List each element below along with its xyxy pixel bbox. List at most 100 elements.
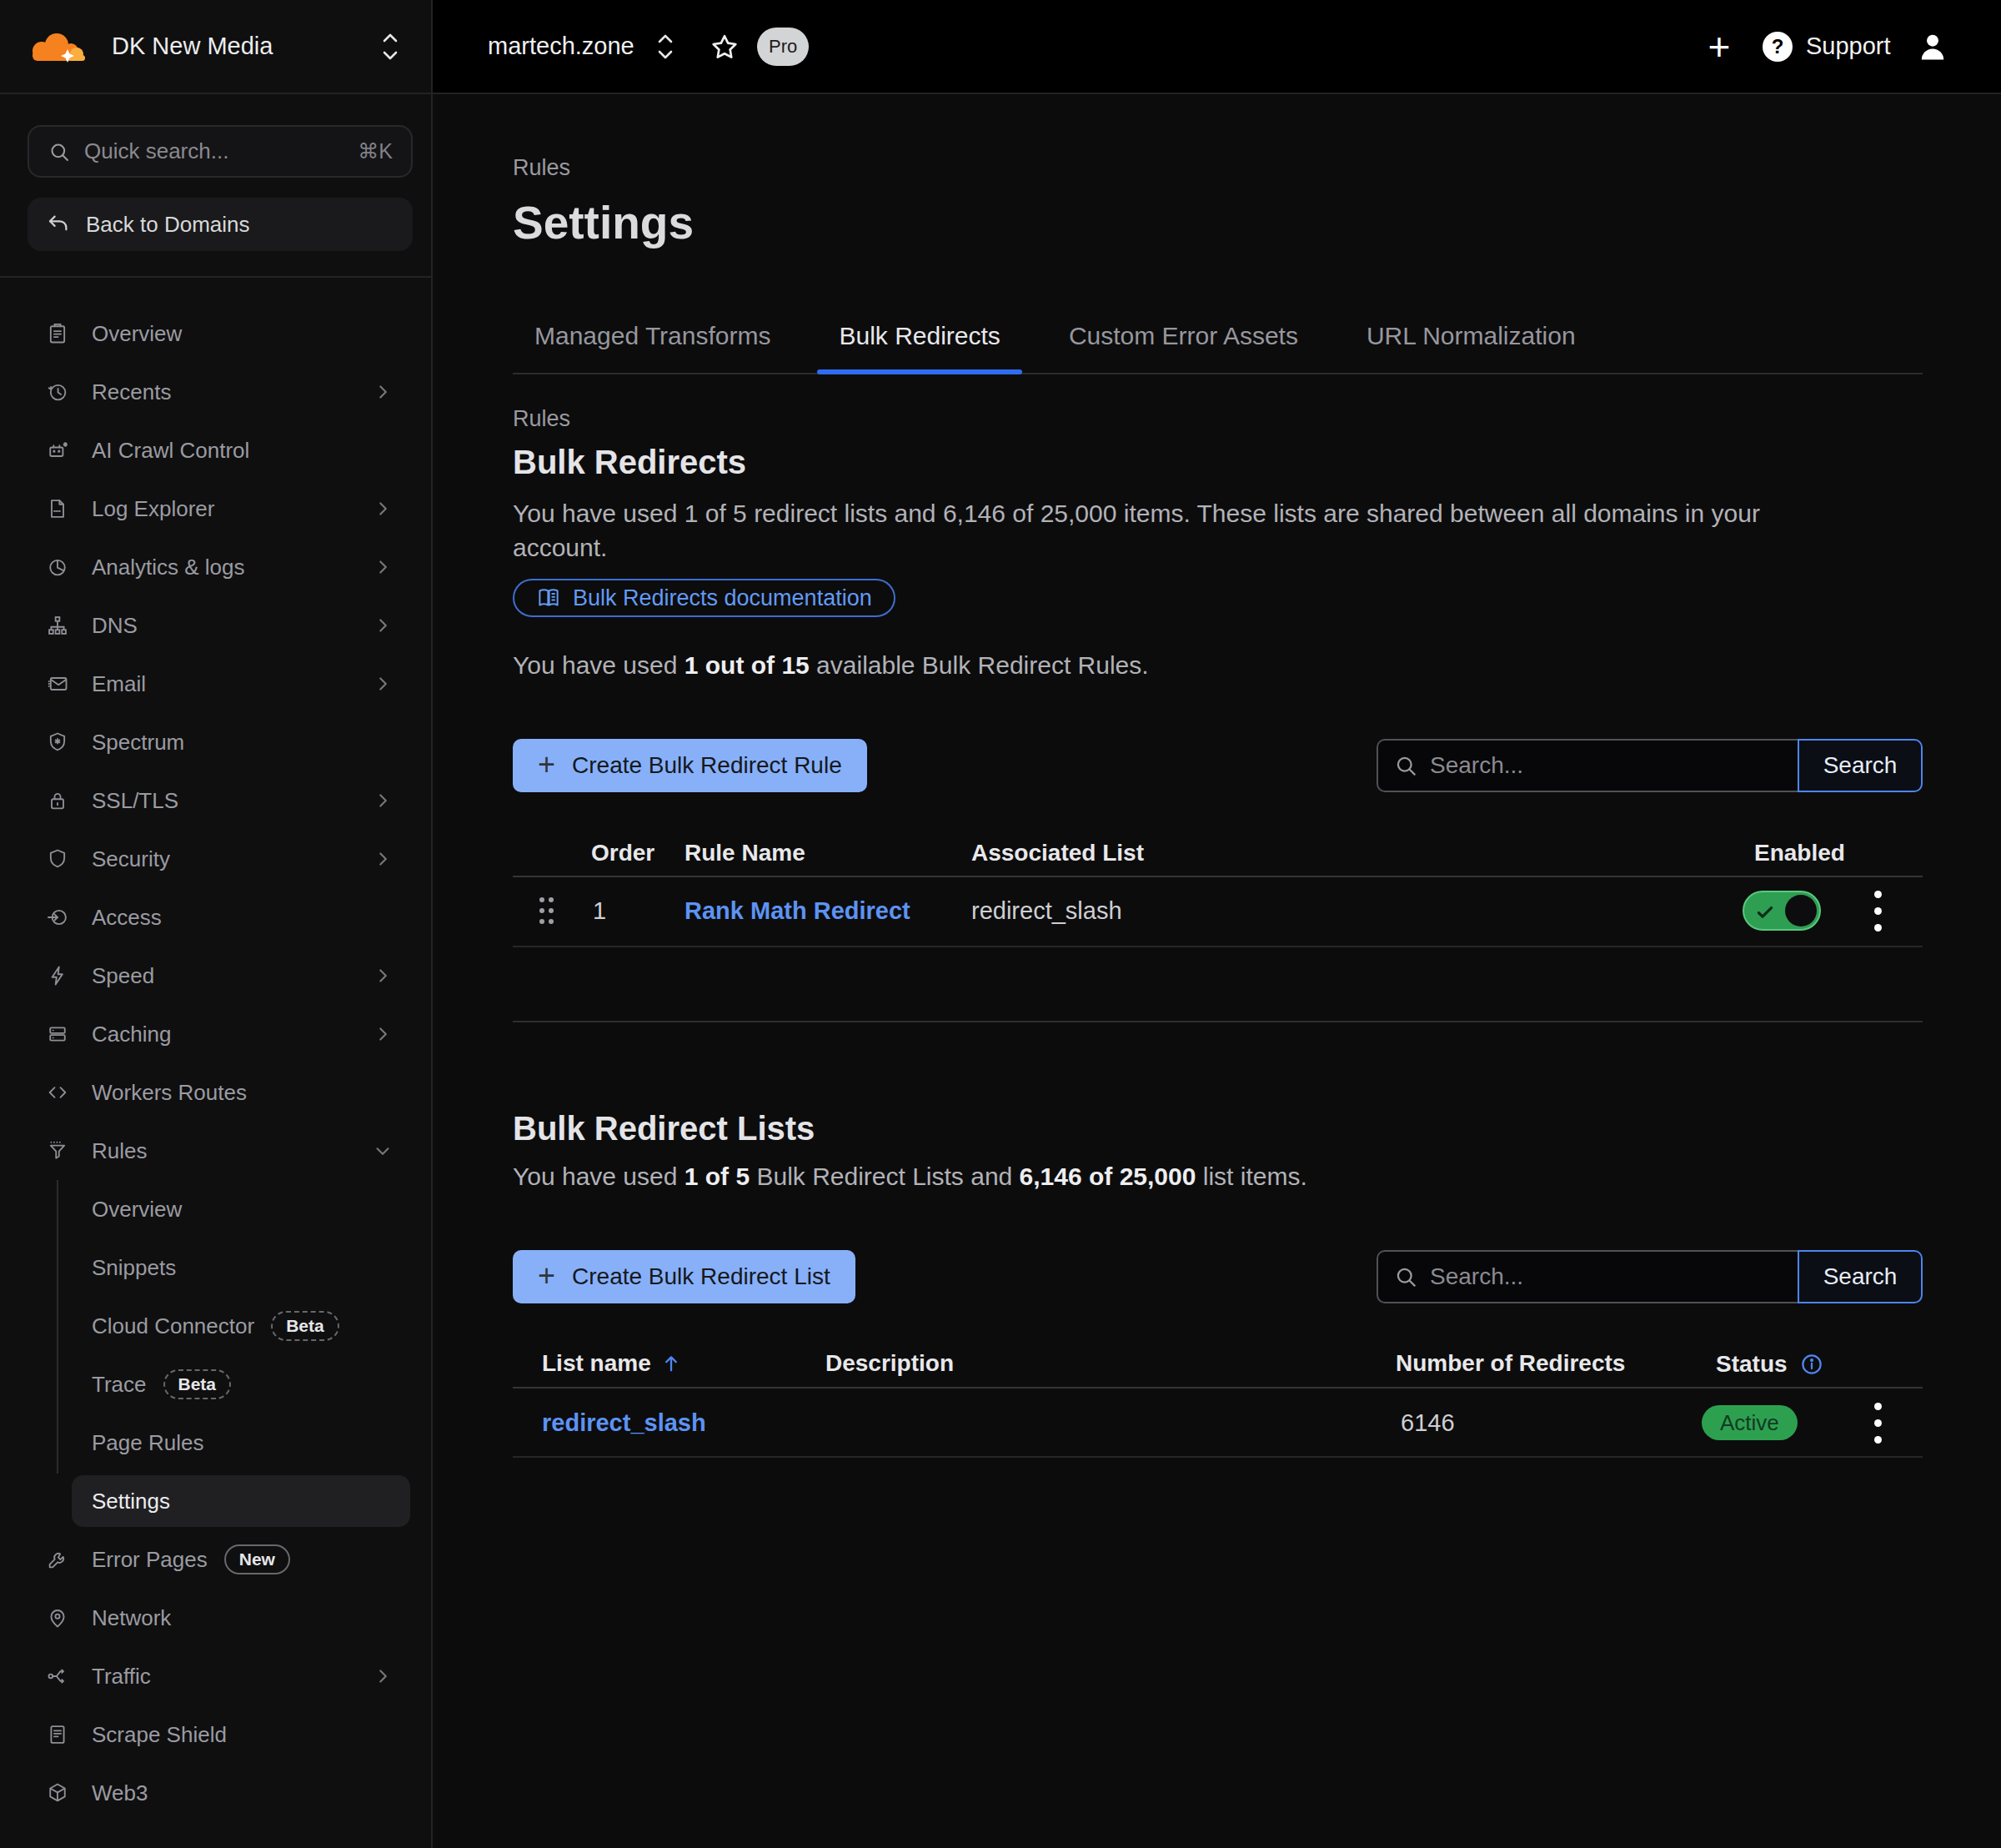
row-menu-button[interactable] bbox=[1871, 884, 1884, 937]
back-to-domains-button[interactable]: Back to Domains bbox=[28, 198, 413, 251]
document-icon bbox=[46, 1723, 69, 1746]
plus-icon: + bbox=[538, 747, 555, 782]
bulk-redirects-description: You have used 1 of 5 redirect lists and … bbox=[513, 496, 1813, 565]
lists-search: Search... Search bbox=[1377, 1250, 1923, 1303]
sidebar-item-rules-overview[interactable]: Overview bbox=[0, 1180, 433, 1238]
info-icon[interactable] bbox=[1799, 1352, 1824, 1377]
tab-url-normalization[interactable]: URL Normalization bbox=[1345, 299, 1597, 373]
sidebar-divider bbox=[0, 276, 433, 278]
funnel-icon bbox=[46, 1139, 69, 1163]
spectrum-icon bbox=[46, 731, 69, 754]
chevron-right-icon bbox=[372, 615, 394, 636]
sidebar-item-caching[interactable]: Caching bbox=[0, 1005, 433, 1063]
support-label: Support bbox=[1806, 33, 1891, 60]
chevron-down-icon bbox=[372, 1140, 394, 1162]
tab-managed-transforms[interactable]: Managed Transforms bbox=[513, 299, 792, 373]
sidebar-item-cloud-connector[interactable]: Cloud ConnectorBeta bbox=[0, 1297, 433, 1355]
bulk-redirects-documentation-button[interactable]: Bulk Redirects documentation bbox=[513, 579, 895, 617]
sidebar-item-web3[interactable]: Web3 bbox=[0, 1764, 433, 1822]
sidebar-item-access[interactable]: Access bbox=[0, 888, 433, 947]
sidebar-item-dns[interactable]: DNS bbox=[0, 596, 433, 655]
overview-icon bbox=[46, 322, 69, 345]
sidebar-nav: Overview Recents AI Crawl Control Log Ex… bbox=[0, 304, 433, 1822]
favorite-star-icon[interactable] bbox=[709, 32, 740, 63]
column-number-of-redirects: Number of Redirects bbox=[1396, 1352, 1625, 1375]
column-enabled: Enabled bbox=[1754, 841, 1845, 865]
sidebar-item-rules[interactable]: Rules bbox=[0, 1122, 433, 1180]
zone-name[interactable]: martech.zone bbox=[488, 0, 634, 93]
create-bulk-redirect-rule-button[interactable]: +Create Bulk Redirect Rule bbox=[513, 739, 867, 792]
analytics-icon bbox=[46, 555, 69, 579]
row-menu-button[interactable] bbox=[1871, 1396, 1884, 1449]
sidebar-item-recents[interactable]: Recents bbox=[0, 363, 433, 421]
sidebar-item-log-explorer[interactable]: Log Explorer bbox=[0, 480, 433, 538]
back-arrow-icon bbox=[46, 212, 71, 237]
rules-search-button[interactable]: Search bbox=[1798, 739, 1923, 792]
chevron-right-icon bbox=[372, 498, 394, 520]
lists-search-input[interactable]: Search... bbox=[1377, 1250, 1798, 1303]
traffic-icon bbox=[46, 1665, 69, 1688]
new-badge: New bbox=[224, 1544, 290, 1574]
access-icon bbox=[46, 906, 69, 929]
rule-name-link[interactable]: Rank Math Redirect bbox=[685, 899, 910, 923]
account-switcher[interactable]: DK New Media bbox=[0, 0, 433, 93]
code-brackets-icon bbox=[46, 1081, 69, 1104]
column-list-name[interactable]: List name bbox=[542, 1352, 683, 1375]
lists-controls: +Create Bulk Redirect List Search... Sea… bbox=[513, 1250, 1923, 1303]
chevron-right-icon bbox=[372, 1665, 394, 1687]
sidebar-item-settings[interactable]: Settings bbox=[0, 1472, 433, 1530]
rules-search-input[interactable]: Search... bbox=[1377, 739, 1798, 792]
drag-handle[interactable] bbox=[534, 888, 559, 933]
support-button[interactable]: ? Support bbox=[1761, 0, 1891, 93]
recents-icon bbox=[46, 380, 69, 404]
rules-search: Search... Search bbox=[1377, 739, 1923, 792]
sidebar-item-ssl-tls[interactable]: SSL/TLS bbox=[0, 771, 433, 830]
zone-selector-icon[interactable] bbox=[654, 28, 677, 65]
lists-search-button[interactable]: Search bbox=[1798, 1250, 1923, 1303]
status-badge: Active bbox=[1702, 1405, 1798, 1440]
user-avatar-icon[interactable] bbox=[1914, 28, 1951, 65]
section-divider bbox=[513, 1021, 1923, 1022]
tab-bulk-redirects[interactable]: Bulk Redirects bbox=[817, 299, 1021, 373]
section-eyebrow: Rules bbox=[513, 408, 570, 430]
sidebar-item-page-rules[interactable]: Page Rules bbox=[0, 1414, 433, 1472]
chevron-right-icon bbox=[372, 790, 394, 811]
enabled-toggle[interactable] bbox=[1743, 891, 1821, 931]
create-bulk-redirect-list-button[interactable]: +Create Bulk Redirect List bbox=[513, 1250, 855, 1303]
bulk-redirect-lists-heading: Bulk Redirect Lists bbox=[513, 1112, 815, 1145]
account-selector-icon bbox=[377, 28, 404, 65]
sidebar-item-error-pages[interactable]: Error PagesNew bbox=[0, 1530, 433, 1589]
ai-crawl-icon bbox=[46, 439, 69, 462]
sidebar-item-network[interactable]: Network bbox=[0, 1589, 433, 1647]
sidebar-item-traffic[interactable]: Traffic bbox=[0, 1647, 433, 1705]
topbar: DK New Media martech.zone Pro + ? Suppor… bbox=[0, 0, 2001, 94]
tab-custom-error-assets[interactable]: Custom Error Assets bbox=[1047, 299, 1320, 373]
sidebar-item-analytics[interactable]: Analytics & logs bbox=[0, 538, 433, 596]
sidebar-item-trace[interactable]: TraceBeta bbox=[0, 1355, 433, 1414]
log-explorer-icon bbox=[46, 497, 69, 520]
account-name: DK New Media bbox=[112, 33, 273, 60]
sidebar-item-overview[interactable]: Overview bbox=[0, 304, 433, 363]
beta-badge: Beta bbox=[271, 1311, 339, 1341]
sidebar-item-workers-routes[interactable]: Workers Routes bbox=[0, 1063, 433, 1122]
sidebar-item-security[interactable]: Security bbox=[0, 830, 433, 888]
quick-search-input[interactable]: Quick search... ⌘K bbox=[28, 125, 413, 178]
location-pin-icon bbox=[46, 1606, 69, 1630]
sidebar-item-snippets[interactable]: Snippets bbox=[0, 1238, 433, 1297]
column-rule-name: Rule Name bbox=[685, 841, 805, 865]
cloudflare-logo-icon bbox=[25, 29, 90, 64]
main-content: Rules Settings Managed Transforms Bulk R… bbox=[434, 94, 2001, 1848]
chevron-right-icon bbox=[372, 673, 394, 695]
list-name-link[interactable]: redirect_slash bbox=[542, 1411, 706, 1435]
sidebar-item-speed[interactable]: Speed bbox=[0, 947, 433, 1005]
sidebar-item-ai-crawl-control[interactable]: AI Crawl Control bbox=[0, 421, 433, 480]
sidebar-item-email[interactable]: Email bbox=[0, 655, 433, 713]
rule-associated-list: redirect_slash bbox=[971, 899, 1122, 923]
rule-order: 1 bbox=[593, 899, 606, 923]
chevron-right-icon bbox=[372, 848, 394, 870]
back-to-domains-label: Back to Domains bbox=[86, 212, 250, 238]
sidebar-item-spectrum[interactable]: Spectrum bbox=[0, 713, 433, 771]
breadcrumb: Rules bbox=[513, 157, 570, 179]
sidebar-item-scrape-shield[interactable]: Scrape Shield bbox=[0, 1705, 433, 1764]
add-button[interactable]: + bbox=[1698, 23, 1741, 70]
